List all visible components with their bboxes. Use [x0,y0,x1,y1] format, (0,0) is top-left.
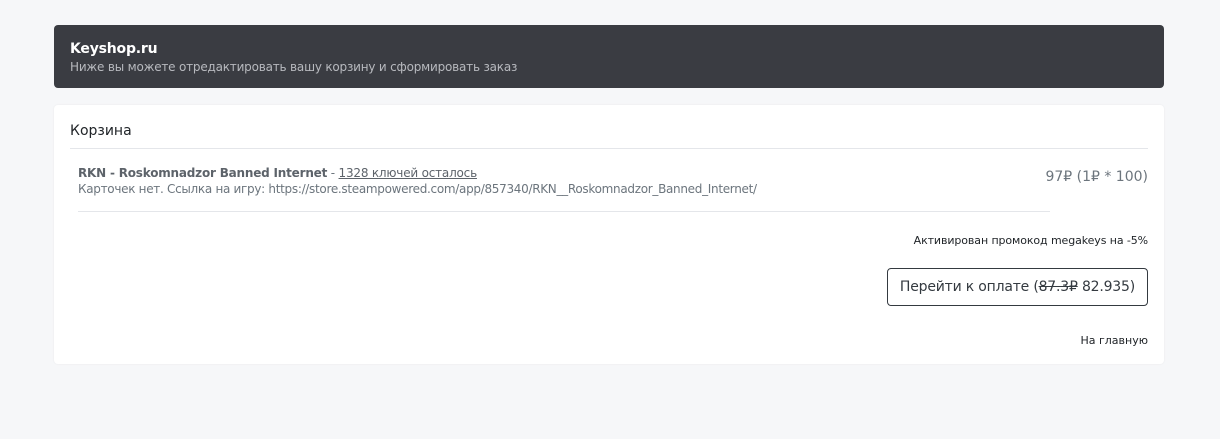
cart-title: Корзина [70,123,132,139]
pay-button-new-price: 82.935) [1077,279,1135,295]
home-link[interactable]: На главную [1080,334,1148,348]
pay-button-old-price: 87.3₽ [1038,279,1078,295]
header-subtitle: Ниже вы можете отредактировать вашу корз… [70,60,518,74]
cart-title-divider [70,148,1148,149]
cart-item: RKN - Roskomnadzor Banned Internet - 132… [78,165,1148,213]
cart-item-heading: RKN - Roskomnadzor Banned Internet - 132… [78,165,1148,181]
pay-button[interactable]: Перейти к оплате (87.3₽ 82.935) [886,268,1148,306]
site-header: Keyshop.ru Ниже вы можете отредактироват… [54,25,1164,88]
cart-item-divider [78,211,1050,212]
cart-item-price: 97₽ (1₽ * 100) [1045,169,1148,185]
pay-button-label: Перейти к оплате ( [899,279,1039,295]
cart-item-separator: - [327,166,339,180]
cart-item-keys-left-link[interactable]: 1328 ключей осталось [339,166,478,180]
cart-item-name: RKN - Roskomnadzor Banned Internet [78,166,328,180]
cart-card: Корзина RKN - Roskomnadzor Banned Intern… [54,105,1164,364]
site-title[interactable]: Keyshop.ru [70,40,1148,58]
cart-item-description: Карточек нет. Ссылка на игру: https://st… [78,182,757,196]
promo-status: Активирован промокод megakeys на -5% [913,234,1148,247]
